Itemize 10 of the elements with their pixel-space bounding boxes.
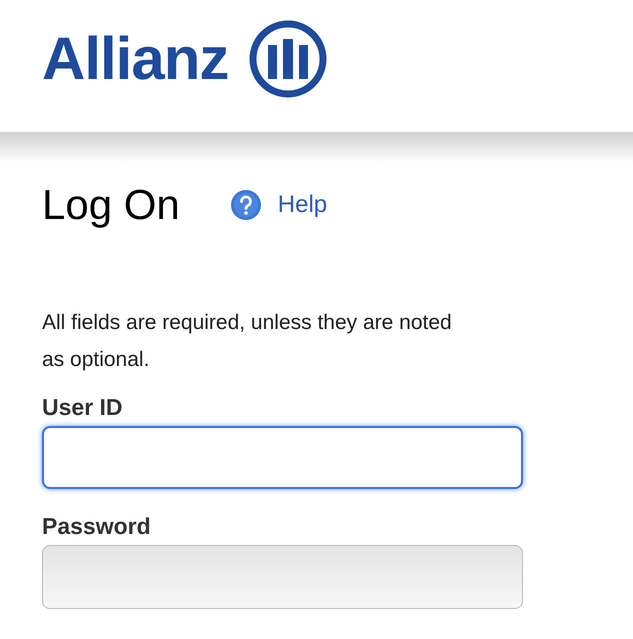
logo-text: Allianz xyxy=(42,29,228,89)
field-label: User ID xyxy=(42,393,124,422)
help-icon[interactable] xyxy=(230,189,262,221)
input-field[interactable] xyxy=(42,426,523,489)
instructions-text: All fields are required, unless they are noted as optional. xyxy=(42,310,453,373)
logo-icon xyxy=(248,19,328,99)
help-link[interactable]: Help xyxy=(278,187,328,223)
input-field[interactable] xyxy=(42,545,523,609)
page-title: Log On xyxy=(42,184,180,226)
field-label: Password xyxy=(42,512,152,541)
